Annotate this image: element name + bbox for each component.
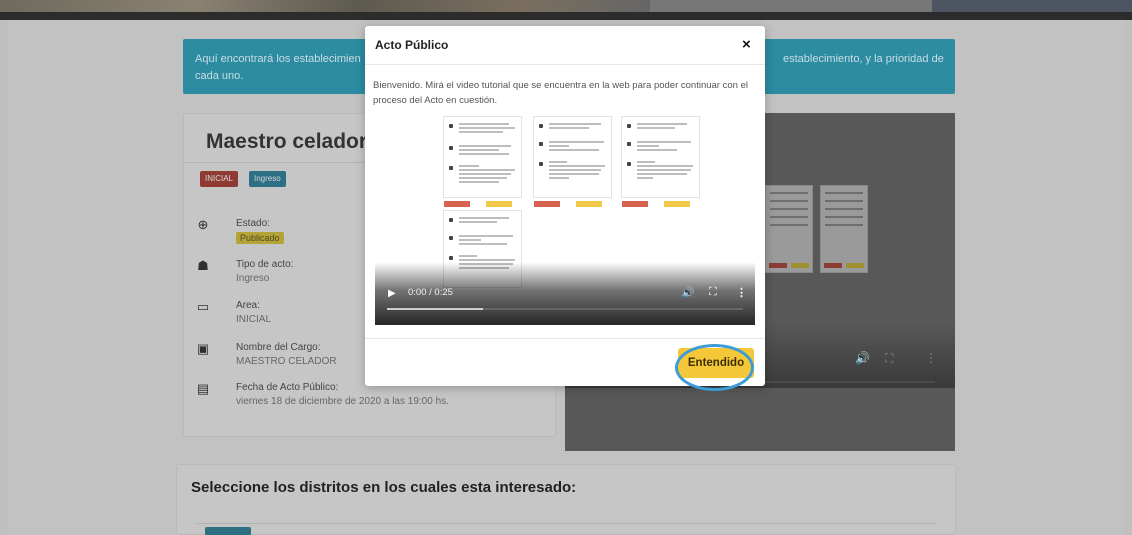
modal-header-divider [365,64,765,65]
top-header-strip [0,0,1132,20]
header-right-block [932,0,1132,12]
detail-value: Ingreso [236,273,270,284]
detail-value: INICIAL [236,314,272,325]
info-banner-text-right: establecimiento, y la prioridad de [783,53,944,65]
detail-value: MAESTRO CELADOR [236,356,337,367]
badge-area: INICIAL [200,171,239,187]
background-video-slide [765,185,813,273]
video-buffered-bar [387,308,483,310]
calendar-icon: ▤ [196,381,210,396]
acto-publico-modal: Acto Público × Bienvenido. Mirá el video… [365,26,765,386]
districts-title: Seleccione los distritos en los cuales e… [191,479,577,496]
districts-card: Seleccione los distritos en los cuales e… [176,464,956,535]
video-time: 0:00 / 0:25 [408,287,453,298]
badge-tipo: Ingreso [249,171,286,187]
video-slide-thumbnail [533,116,612,207]
more-options-icon[interactable]: ⋮ [736,286,747,299]
status-badge: Publicado [236,232,284,244]
districts-tag [205,527,251,535]
modal-body-text: Bienvenido. Mirá el video tutorial que s… [373,80,748,106]
more-options-icon: ⋮ [925,351,937,365]
monitor-icon: ▭ [196,299,210,314]
detail-label: Fecha de Acto Público: [236,382,339,393]
modal-footer-divider [365,338,765,339]
video-slide-thumbnail [443,116,522,207]
fullscreen-icon[interactable]: ⛶ [709,286,717,299]
header-bottom-bar [0,12,1132,20]
volume-icon[interactable]: 🔊 [681,286,695,299]
volume-icon: 🔊 [855,351,870,365]
background-video-frame [765,175,935,273]
video-slide-thumbnail [621,116,700,207]
detail-value: viernes 18 de diciembre de 2020 a las 19… [236,396,449,407]
detail-label: Tipo de acto: [236,259,294,270]
background-video-slide [820,185,868,273]
detail-label: Area: [236,300,260,311]
tutorial-video[interactable]: ▶ 0:00 / 0:25 🔊 ⛶ ⋮ [375,112,755,325]
detail-label: Estado: [236,218,270,229]
suitcase-icon: ▣ [196,341,210,356]
highlight-annotation-ring [675,344,754,391]
acto-title: Maestro celador [206,130,368,153]
play-icon[interactable]: ▶ [388,288,396,299]
close-icon[interactable]: × [742,36,751,53]
modal-title: Acto Público [375,38,449,52]
fullscreen-icon: ⛶ [885,351,894,365]
detail-label: Nombre del Cargo: [236,342,321,353]
plus-circle-icon: ⊕ [197,217,209,232]
building-icon: ☗ [197,258,209,273]
districts-list [197,523,937,535]
